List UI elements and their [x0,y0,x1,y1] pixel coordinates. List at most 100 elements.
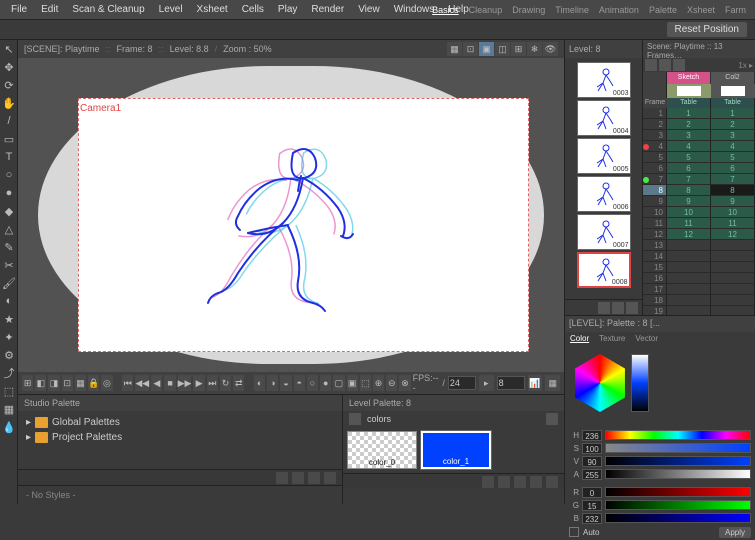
menu-cells[interactable]: Cells [235,0,271,20]
onion-9[interactable]: ⬚ [360,375,371,391]
sp-ft-2[interactable] [292,472,304,484]
menu-xsheet[interactable]: Xsheet [190,0,235,20]
lp-ft-2[interactable] [498,476,510,488]
onion-12[interactable]: ⊗ [399,375,410,391]
slider-b[interactable]: B232 [569,512,751,524]
workspace-tab-palette[interactable]: Palette [644,0,682,20]
onion-3[interactable]: ◒ [280,375,291,391]
xsheet-sub-1[interactable]: Table [667,98,711,108]
sp-ft-3[interactable] [308,472,320,484]
tool-16[interactable]: ✦ [0,328,18,346]
tool-4[interactable]: / [0,112,18,130]
auto-checkbox[interactable] [569,527,579,537]
onion-11[interactable]: ⊖ [386,375,397,391]
xsheet-row[interactable]: 222 [643,119,755,130]
vp-icon-freeze[interactable]: ❄ [527,42,542,56]
workspace-tab-xsheet[interactable]: Xsheet [682,0,720,20]
play-fwd[interactable]: ▶▶ [178,375,192,391]
onion-6[interactable]: ● [320,375,331,391]
vp-icon-camera[interactable]: ▣ [479,42,494,56]
xsheet-row[interactable]: 101010 [643,207,755,218]
xsheet-row[interactable]: 444 [643,141,755,152]
xsheet-body[interactable]: 1112223334445556667778889991010101111111… [643,108,755,315]
tool-12[interactable]: ✂ [0,256,18,274]
workspace-tab-drawing[interactable]: Drawing [507,0,550,20]
color-tab-texture[interactable]: Texture [594,332,630,346]
onion-2[interactable]: ◑ [267,375,278,391]
vp-icon-3d[interactable]: ◫ [495,42,510,56]
slider-r[interactable]: R0 [569,486,751,498]
onion-4[interactable]: ◓ [294,375,305,391]
xsheet-row[interactable]: 999 [643,196,755,207]
xsheet-row[interactable]: 666 [643,163,755,174]
thumbnail-frame[interactable]: 0007 [577,214,631,250]
palette-icon[interactable] [349,413,361,425]
xsheet-row[interactable]: 17 [643,284,755,295]
tool-19[interactable]: ⬚ [0,382,18,400]
slider-a[interactable]: A255 [569,468,751,480]
slider-s[interactable]: S100 [569,442,751,454]
lp-ft-3[interactable] [514,476,526,488]
color-wheel[interactable] [569,350,649,422]
sp-ft-4[interactable] [324,472,336,484]
menu-render[interactable]: Render [304,0,351,20]
menu-play[interactable]: Play [271,0,304,20]
vp-opt-1[interactable]: ⊞ [22,375,33,391]
ls-ft-2[interactable] [612,302,624,314]
slider-v[interactable]: V90 [569,455,751,467]
workspace-tab-timeline[interactable]: Timeline [550,0,594,20]
xs-ic-1[interactable] [645,59,657,71]
slider-h[interactable]: H236 [569,429,751,441]
play-first[interactable]: ⏮ [122,375,133,391]
color-tab-color[interactable]: Color [565,332,594,346]
xsheet-row[interactable]: 333 [643,130,755,141]
xsheet-row[interactable]: 14 [643,251,755,262]
play-play[interactable]: ▶ [193,375,204,391]
apply-button[interactable]: Apply [719,527,751,538]
onion-1[interactable]: ◐ [254,375,265,391]
ls-ft-1[interactable] [598,302,610,314]
tool-1[interactable]: ✥ [0,58,18,76]
vp-opt-4[interactable]: ⊡ [62,375,73,391]
vp-opt-6[interactable]: ◎ [101,375,112,391]
vp-opt-lock[interactable]: 🔒 [88,375,99,391]
xs-ic-2[interactable] [659,59,671,71]
workspace-tab-basics[interactable]: Basics [427,0,464,20]
vp-icon-safe[interactable]: ⊡ [463,42,478,56]
workspace-tab-animation[interactable]: Animation [594,0,644,20]
palette-tab-colors[interactable]: colors [367,414,391,424]
play-rewind[interactable]: ◀◀ [135,375,149,391]
menu-view[interactable]: View [351,0,387,20]
thumbnail-frame[interactable]: 0006 [577,176,631,212]
thumbnail-frame[interactable]: 0008 [577,252,631,288]
color-swatch[interactable]: color_1 [421,431,491,469]
global-palettes-folder[interactable]: ▸ Global Palettes [26,415,334,430]
menu-level[interactable]: Level [152,0,190,20]
onion-5[interactable]: ○ [307,375,318,391]
color-tab-vector[interactable]: Vector [630,332,663,346]
play-stop[interactable]: ■ [164,375,175,391]
xsheet-row[interactable]: 16 [643,273,755,284]
thumbnail-list[interactable]: 000300040005000600070008 [565,58,642,299]
lp-ft-4[interactable] [530,476,542,488]
xsheet-row[interactable]: 19 [643,306,755,315]
tool-13[interactable]: 🖌 [0,274,18,292]
menu-edit[interactable]: Edit [34,0,65,20]
thumbnail-frame[interactable]: 0005 [577,138,631,174]
play-loop[interactable]: ↻ [220,375,231,391]
sp-ft-1[interactable] [276,472,288,484]
tool-0[interactable]: ↖ [0,40,18,58]
fps-input[interactable] [448,376,476,390]
xsheet-row[interactable]: 18 [643,295,755,306]
color-swatch[interactable]: color_0 [347,431,417,469]
tool-15[interactable]: ★ [0,310,18,328]
tool-3[interactable]: ✋ [0,94,18,112]
tool-7[interactable]: ○ [0,166,18,184]
vp-opt-2[interactable]: ◧ [35,375,46,391]
xsheet-row[interactable]: 13 [643,240,755,251]
xsheet-row[interactable]: 111111 [643,218,755,229]
project-palettes-folder[interactable]: ▸ Project Palettes [26,430,334,445]
xsheet-row[interactable]: 777 [643,174,755,185]
tool-21[interactable]: 💧 [0,418,18,436]
slider-g[interactable]: G15 [569,499,751,511]
